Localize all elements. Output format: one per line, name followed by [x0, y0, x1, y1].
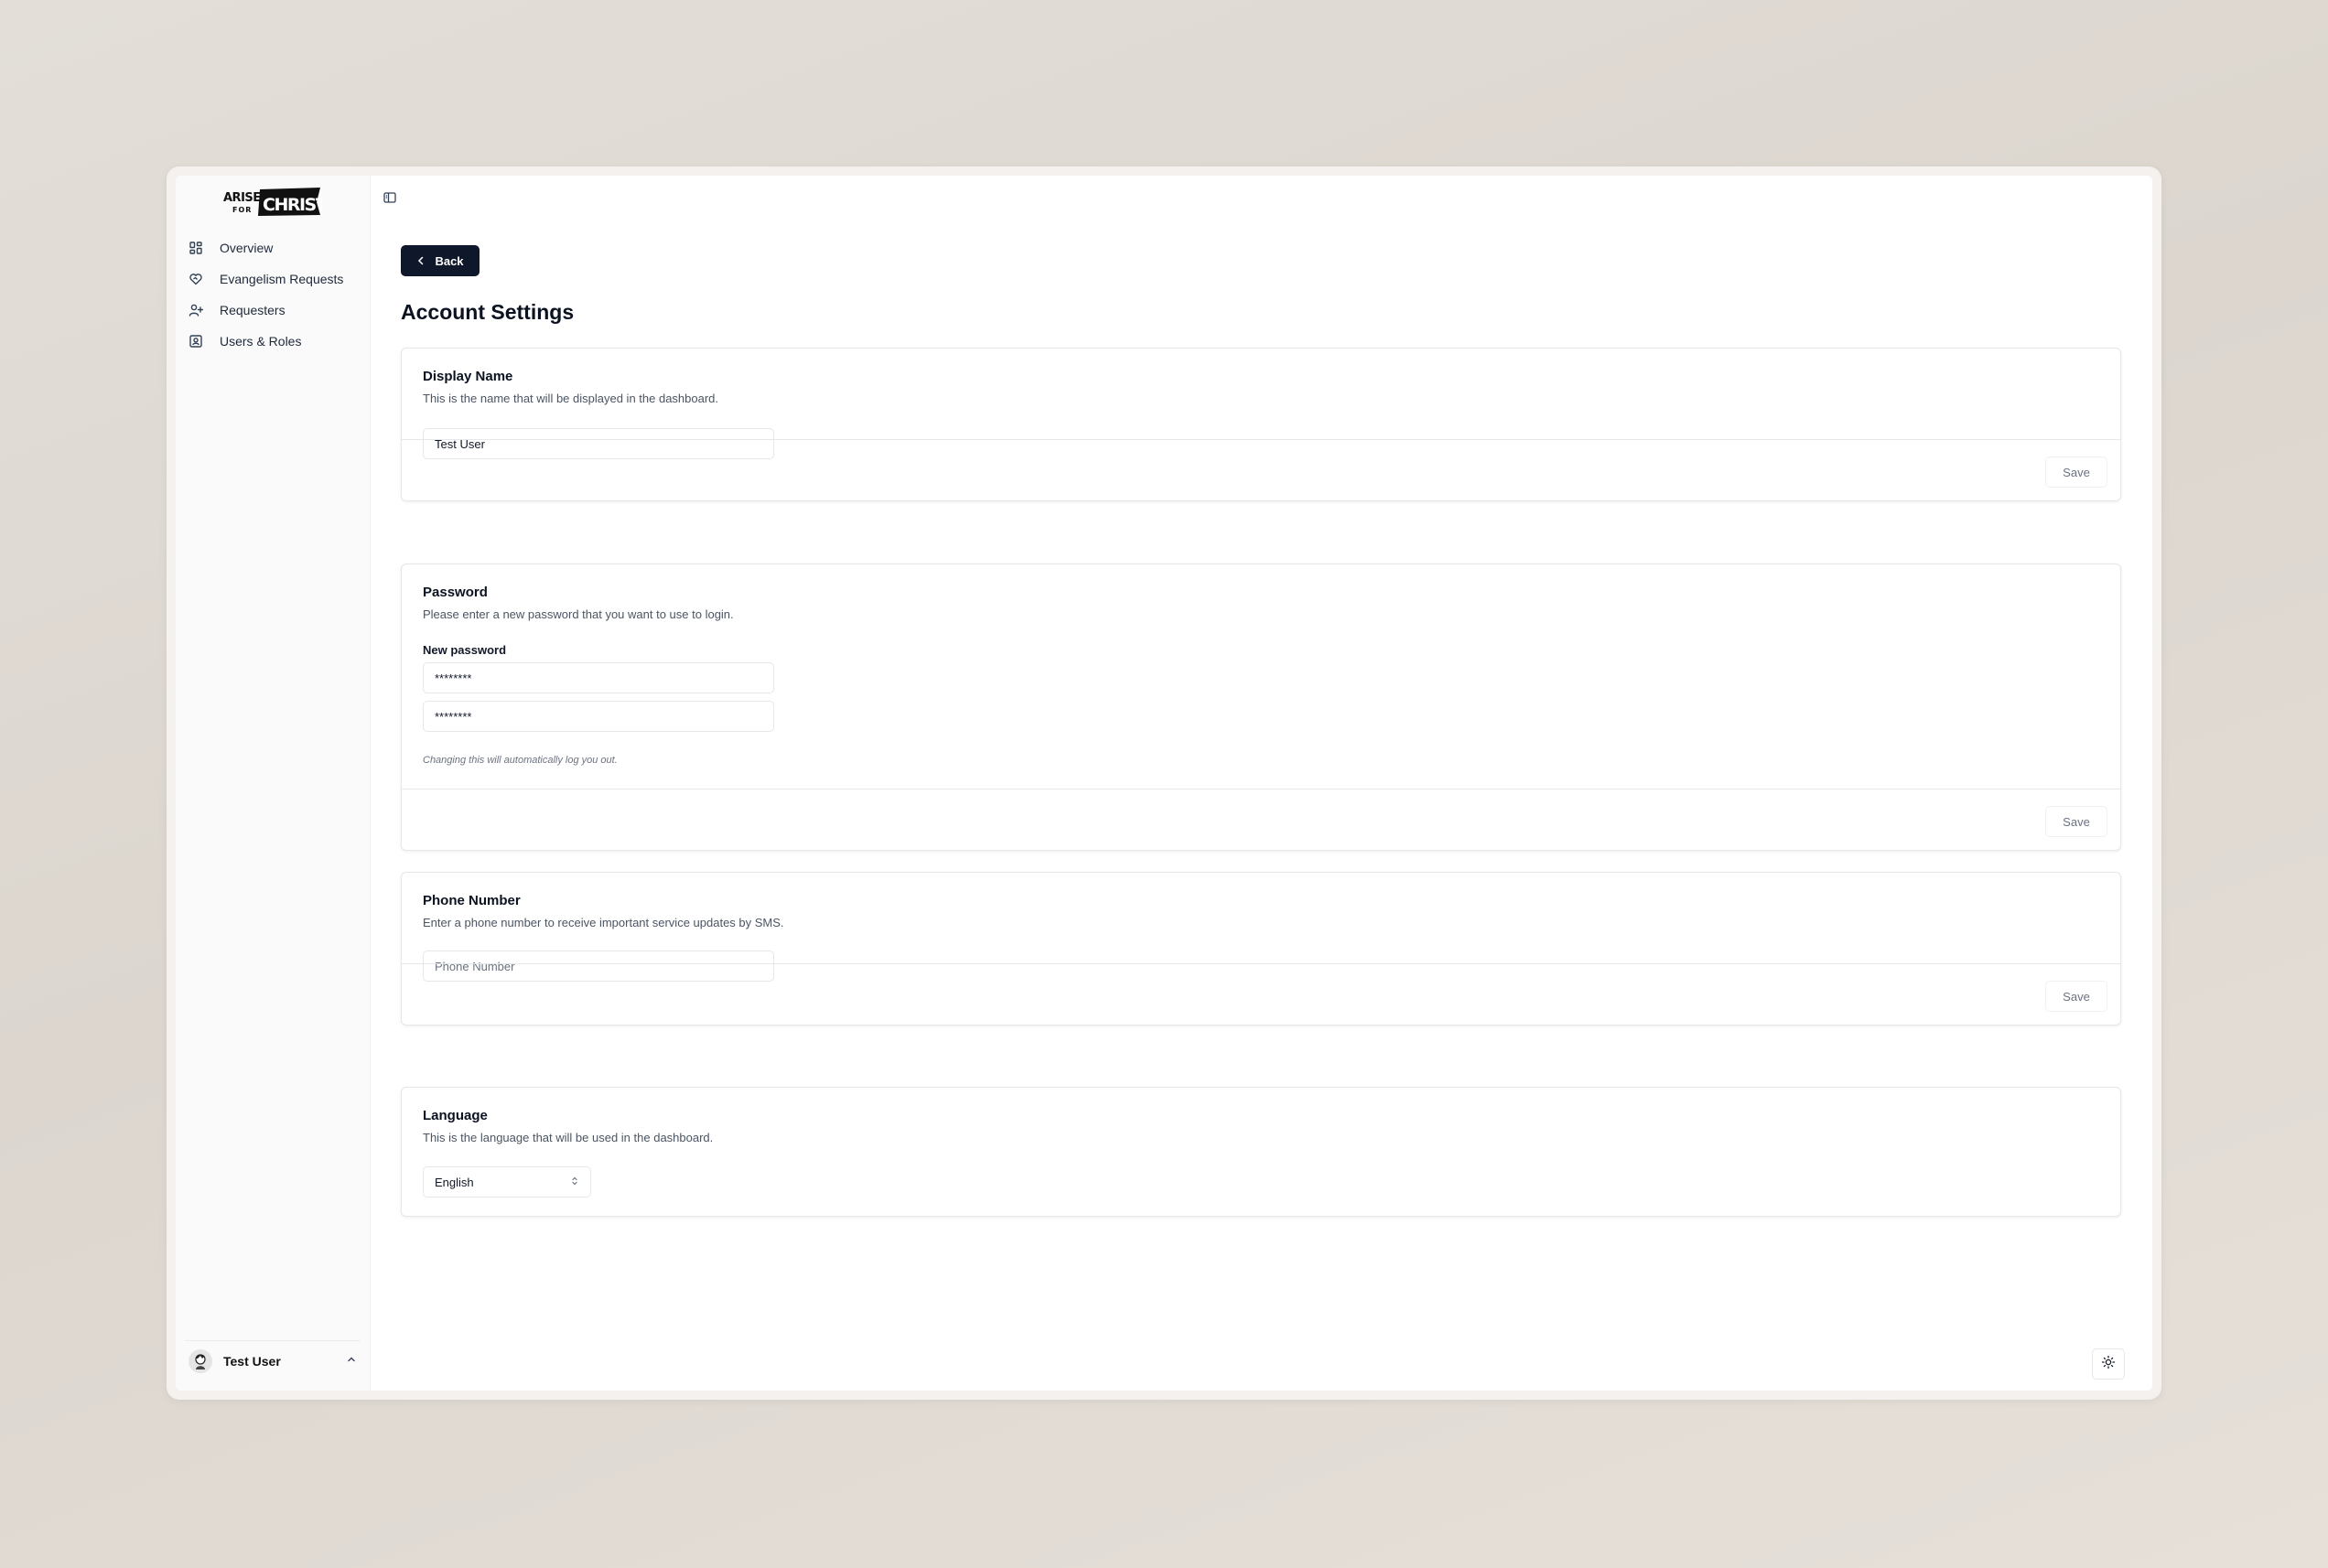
- app-window: ARISE FOR CHRIST Overview Evangelism Req…: [176, 176, 2152, 1391]
- user-plus-icon: [189, 303, 203, 317]
- new-password-input[interactable]: [423, 662, 774, 693]
- back-button-label: Back: [435, 253, 464, 268]
- sidebar-item-users-roles[interactable]: Users & Roles: [176, 326, 370, 357]
- heart-handshake-icon: [189, 272, 203, 286]
- contact-card-icon: [189, 334, 203, 349]
- sidebar-item-label: Users & Roles: [220, 334, 302, 349]
- new-password-label: New password: [423, 643, 507, 657]
- language-card: Language This is the language that will …: [401, 1087, 2121, 1217]
- card-footer: Save: [402, 963, 2120, 1025]
- sidebar-item-label: Overview: [220, 241, 274, 255]
- theme-toggle-button[interactable]: [2092, 1348, 2125, 1380]
- sidebar-item-evangelism-requests[interactable]: Evangelism Requests: [176, 263, 370, 295]
- language-select-value: English: [435, 1175, 474, 1189]
- user-menu[interactable]: Test User: [185, 1340, 361, 1381]
- language-select[interactable]: English: [423, 1166, 591, 1197]
- card-description: Enter a phone number to receive importan…: [423, 916, 784, 929]
- card-description: Please enter a new password that you wan…: [423, 607, 734, 621]
- back-button[interactable]: Back: [401, 245, 480, 276]
- user-name: Test User: [223, 1354, 281, 1369]
- svg-text:CHRIST: CHRIST: [263, 195, 322, 215]
- chevron-up-icon: [346, 1353, 357, 1369]
- save-display-name-button[interactable]: Save: [2045, 456, 2107, 488]
- svg-text:ARISE: ARISE: [223, 191, 261, 205]
- avatar: [189, 1349, 212, 1373]
- grid-icon: [189, 241, 203, 255]
- phone-number-card: Phone Number Enter a phone number to rec…: [401, 872, 2121, 1026]
- card-footer: Save: [402, 439, 2120, 500]
- sidebar-item-label: Evangelism Requests: [220, 272, 344, 286]
- chevrons-up-down-icon: [570, 1176, 579, 1189]
- card-footer: Save: [402, 789, 2120, 850]
- card-title: Phone Number: [423, 893, 521, 908]
- sidebar-toggle-icon[interactable]: [383, 190, 399, 207]
- arise-for-christ-logo[interactable]: ARISE FOR CHRIST: [221, 187, 329, 218]
- save-password-button[interactable]: Save: [2045, 806, 2107, 837]
- sidebar: ARISE FOR CHRIST Overview Evangelism Req…: [176, 176, 371, 1391]
- sun-icon: [2101, 1355, 2116, 1374]
- sidebar-item-overview[interactable]: Overview: [176, 232, 370, 263]
- save-phone-button[interactable]: Save: [2045, 981, 2107, 1012]
- logout-hint: Changing this will automatically log you…: [423, 755, 618, 766]
- main-content: Back Account Settings Display Name This …: [370, 176, 2152, 1391]
- card-title: Password: [423, 585, 488, 600]
- password-card: Password Please enter a new password tha…: [401, 564, 2121, 851]
- sidebar-item-label: Requesters: [220, 303, 286, 317]
- sidebar-nav: Overview Evangelism Requests Requesters …: [176, 232, 370, 357]
- card-title: Language: [423, 1108, 488, 1123]
- svg-text:FOR: FOR: [232, 206, 252, 214]
- card-description: This is the name that will be displayed …: [423, 392, 719, 405]
- card-description: This is the language that will be used i…: [423, 1131, 714, 1144]
- display-name-card: Display Name This is the name that will …: [401, 348, 2121, 501]
- chevron-left-icon: [416, 255, 426, 266]
- card-title: Display Name: [423, 369, 513, 384]
- page-title: Account Settings: [401, 300, 575, 324]
- confirm-password-input[interactable]: [423, 701, 774, 732]
- sidebar-item-requesters[interactable]: Requesters: [176, 295, 370, 326]
